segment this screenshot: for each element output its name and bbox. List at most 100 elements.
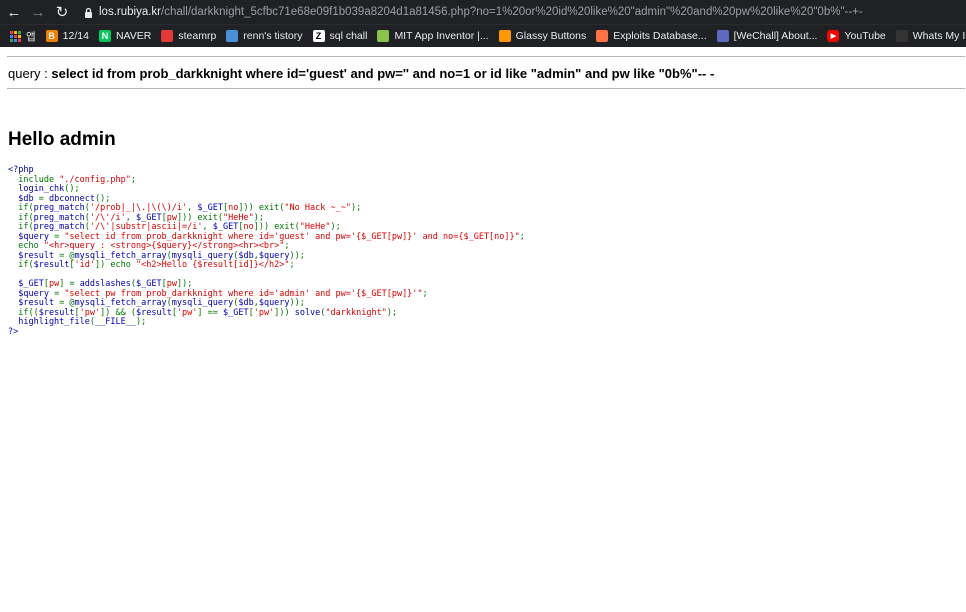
query-text: select id from prob_darkknight where id=… — [51, 66, 715, 81]
code-line: if(preg_match('/prob|_|\.|\(\)/i', $_GET… — [8, 203, 361, 213]
bookmark-whatsmyip[interactable]: Whats My IP A... — [895, 30, 966, 42]
code-line: if(($result['pw']) && ($result['pw'] == … — [8, 308, 397, 318]
query-label: query : — [8, 66, 52, 81]
code-token: mysqli_query — [171, 298, 234, 308]
bookmark-label: sql chall — [329, 30, 368, 42]
code-token: 'pw' — [176, 307, 198, 318]
divider-top — [7, 56, 965, 57]
code-line: $result = @mysqli_fetch_array(mysqli_que… — [8, 251, 305, 261]
code-token: , — [187, 203, 198, 213]
code-token: $query — [8, 231, 55, 242]
back-arrow-icon[interactable]: ← — [4, 2, 24, 22]
code-token: ; — [130, 174, 136, 185]
bookmarks-bar: 앱 B 12/14 N NAVER steamrp renn's tistory Zsql c… — [0, 24, 966, 47]
bookmark-wechall[interactable]: [WeChall] About... — [716, 30, 817, 42]
code-token: $db — [238, 298, 254, 308]
code-token: mysqli_fetch_array — [74, 250, 167, 261]
code-line: echo "<hr>query : <strong>{$query}</stro… — [8, 241, 289, 251]
code-token: $_GET — [223, 307, 249, 318]
code-token: '/\'|substr|ascii|=/i' — [89, 222, 203, 232]
youtube-icon: ▶ — [827, 30, 840, 42]
bookmark-mit-app-inventor[interactable]: MIT App Inventor |... — [377, 30, 489, 42]
code-line: $query = "select id from prob_darkknight… — [8, 232, 525, 242]
divider-bottom — [7, 88, 965, 89]
code-token: ); — [253, 212, 264, 223]
code-line: login_chk(); — [8, 184, 79, 194]
code-token: ?> — [8, 326, 19, 337]
bookmark-label: MIT App Inventor |... — [394, 30, 489, 42]
code-token: "HeHe" — [299, 222, 331, 232]
lock-icon[interactable] — [84, 7, 93, 18]
bookmark-youtube[interactable]: ▶ YouTube — [827, 30, 886, 42]
code-token: , — [202, 222, 213, 232]
code-token: $result — [135, 307, 172, 318]
code-token: "darkknight" — [325, 307, 387, 318]
z-icon: Z — [312, 30, 325, 42]
mit-app-inventor-icon — [377, 30, 390, 42]
code-line: ?> — [8, 327, 18, 337]
url-host: los.rubiya.kr — [99, 6, 161, 18]
code-token: dbconnect — [48, 193, 96, 204]
url-path: /chall/darkknight_5cfbc71e68e09f1b039a82… — [161, 6, 863, 18]
bookmark-naver[interactable]: N NAVER — [98, 30, 151, 42]
code-line: if(preg_match('/\'/i', $_GET[pw])) exit(… — [8, 213, 264, 223]
bookmark-apps[interactable]: 앱 — [10, 29, 36, 44]
code-token: if( — [8, 212, 34, 223]
code-token: ; — [519, 231, 525, 242]
code-token: mysqli_fetch_array — [74, 298, 167, 308]
code-token: "<h2>Hello {$result[id]}</h2>" — [135, 260, 290, 270]
forward-arrow-icon[interactable]: → — [28, 2, 48, 22]
bookmark-glassy[interactable]: Glassy Buttons — [498, 30, 586, 42]
code-token: include — [8, 174, 60, 185]
reload-icon[interactable]: ↻ — [52, 2, 72, 22]
tistory-icon — [226, 30, 239, 42]
code-token: "./config.php" — [59, 174, 131, 185]
code-token: "<hr>query : <strong>{$query}</strong><h… — [43, 241, 285, 251]
code-token: pw — [166, 279, 177, 289]
code-token: ); — [330, 222, 341, 232]
bookmark-label: renn's tistory — [243, 30, 303, 42]
code-line: $result = @mysqli_fetch_array(mysqli_que… — [8, 298, 305, 308]
bookmark-exploitdb[interactable]: Exploits Database... — [596, 30, 707, 42]
code-token: = — [54, 288, 65, 299]
code-token: echo — [8, 241, 44, 251]
code-token: $_GET — [212, 222, 239, 232]
code-token: if( — [8, 260, 34, 270]
code-token: $_GET — [197, 203, 223, 213]
address-bar[interactable]: los.rubiya.kr/chall/darkknight_5cfbc71e6… — [99, 6, 863, 18]
code-token: 'pw' — [253, 307, 275, 318]
code-token: 'pw' — [79, 307, 101, 318]
code-token: ; — [289, 260, 295, 270]
glassy-icon — [498, 30, 511, 42]
code-token: no — [243, 222, 254, 232]
code-line: if($result['id']) echo "<h2>Hello {$resu… — [8, 260, 295, 270]
code-token: ] = — [59, 279, 80, 289]
blogger-icon: B — [45, 30, 58, 42]
code-token: pw — [48, 279, 60, 289]
code-token: if( — [8, 203, 34, 213]
bookmark-label: steamrp — [178, 30, 217, 42]
code-token: ); — [135, 317, 147, 327]
bookmark-z[interactable]: Zsql chall — [312, 30, 368, 42]
code-token: $result — [33, 260, 70, 270]
code-line: if(preg_match('/\'|substr|ascii|=/i', $_… — [8, 222, 341, 232]
code-token: ])) exit( — [238, 203, 285, 213]
apps-icon — [10, 30, 21, 42]
code-line: include "./config.php"; — [8, 175, 136, 185]
code-token: ])) exit( — [176, 212, 224, 223]
code-token: $result — [8, 250, 60, 261]
code-token: = @ — [59, 298, 75, 308]
naver-icon: N — [98, 30, 111, 42]
code-token: (); — [95, 193, 111, 204]
bookmark-blogger[interactable]: B 12/14 — [45, 30, 89, 42]
code-token: = — [54, 231, 65, 242]
bookmark-tistory[interactable]: renn's tistory — [226, 30, 303, 42]
code-token: $_GET — [136, 279, 162, 289]
code-line: $db = dbconnect(); — [8, 194, 110, 204]
steamrp-icon — [161, 30, 174, 42]
code-token: ])) exit( — [253, 222, 300, 232]
code-token: $query — [8, 288, 55, 299]
bookmark-steamrp[interactable]: steamrp — [161, 30, 216, 42]
code-token: mysqli_query — [171, 250, 234, 261]
code-token: highlight_file — [8, 317, 90, 327]
